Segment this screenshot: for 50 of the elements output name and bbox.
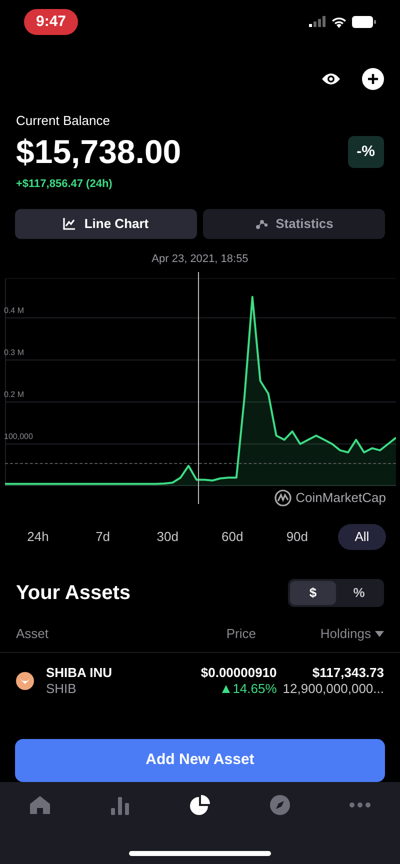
battery-icon bbox=[352, 16, 376, 28]
source-label: CoinMarketCap bbox=[296, 489, 386, 508]
percent-toggle[interactable]: -% bbox=[348, 136, 384, 168]
asset-symbol: SHIB bbox=[46, 680, 78, 697]
plus-icon bbox=[367, 72, 379, 85]
column-header: Asset bbox=[16, 625, 50, 644]
pie-chart-icon bbox=[189, 794, 211, 816]
holdings-value: $117,343.73 bbox=[312, 664, 384, 681]
range-tab[interactable]: 60d bbox=[208, 524, 256, 550]
range-tab[interactable]: 90d bbox=[273, 524, 322, 550]
range-tab[interactable]: 30d bbox=[144, 524, 192, 550]
unit-tab[interactable]: % bbox=[336, 581, 382, 606]
more-icon bbox=[349, 802, 371, 808]
add-button[interactable] bbox=[362, 68, 384, 90]
axis-label: 0.2 M bbox=[4, 390, 24, 400]
scatter-icon bbox=[254, 218, 268, 230]
axis-label: 0.4 M bbox=[4, 306, 24, 316]
holdings-amount: 12,900,000,000... bbox=[282, 680, 384, 697]
unit-tab[interactable]: $ bbox=[290, 581, 336, 606]
asset-row[interactable]: SHIBA INU SHIB $0.00000910 14.65% $117,343.73 12,900,000,000... bbox=[0, 652, 400, 697]
balance-amount: $15,738.00 bbox=[16, 133, 182, 172]
sort-header[interactable]: Holdings bbox=[256, 624, 384, 644]
balance-label: Current Balance bbox=[16, 113, 111, 130]
crosshair-date: Apr 23, 2021, 18:55 bbox=[152, 253, 248, 266]
line-chart-icon bbox=[63, 218, 76, 230]
balance-change: +$117,856.47 (24h) bbox=[16, 177, 114, 192]
column-header: Price bbox=[225, 625, 256, 644]
bar-chart-icon bbox=[110, 795, 130, 816]
price-change: 14.65% bbox=[222, 680, 277, 697]
range-tab[interactable]: All bbox=[338, 524, 386, 550]
view-tab[interactable]: Line Chart bbox=[15, 209, 197, 240]
home-icon bbox=[29, 795, 51, 816]
wifi-icon bbox=[331, 16, 347, 28]
up-triangle-icon bbox=[222, 684, 230, 693]
range-tab[interactable]: 7d bbox=[78, 524, 127, 550]
signal-icon bbox=[309, 16, 326, 28]
status-time: 9:47 bbox=[24, 8, 78, 36]
axis-label: 100,000 bbox=[4, 432, 33, 442]
coin-icon bbox=[16, 672, 34, 690]
logo-icon bbox=[274, 488, 292, 507]
caret-icon bbox=[375, 630, 384, 637]
asset-price: $0.00000910 bbox=[200, 664, 277, 681]
axis-label: 0.3 M bbox=[4, 348, 24, 358]
range-tab[interactable]: 24h bbox=[14, 524, 62, 550]
asset-name: SHIBA INU bbox=[46, 664, 113, 681]
view-tab[interactable]: Statistics bbox=[203, 209, 385, 240]
add-asset-button[interactable]: Add New Asset bbox=[15, 738, 385, 782]
compass-icon bbox=[269, 794, 291, 816]
section-title: Your Assets bbox=[16, 581, 130, 606]
eye-icon bbox=[321, 72, 341, 86]
